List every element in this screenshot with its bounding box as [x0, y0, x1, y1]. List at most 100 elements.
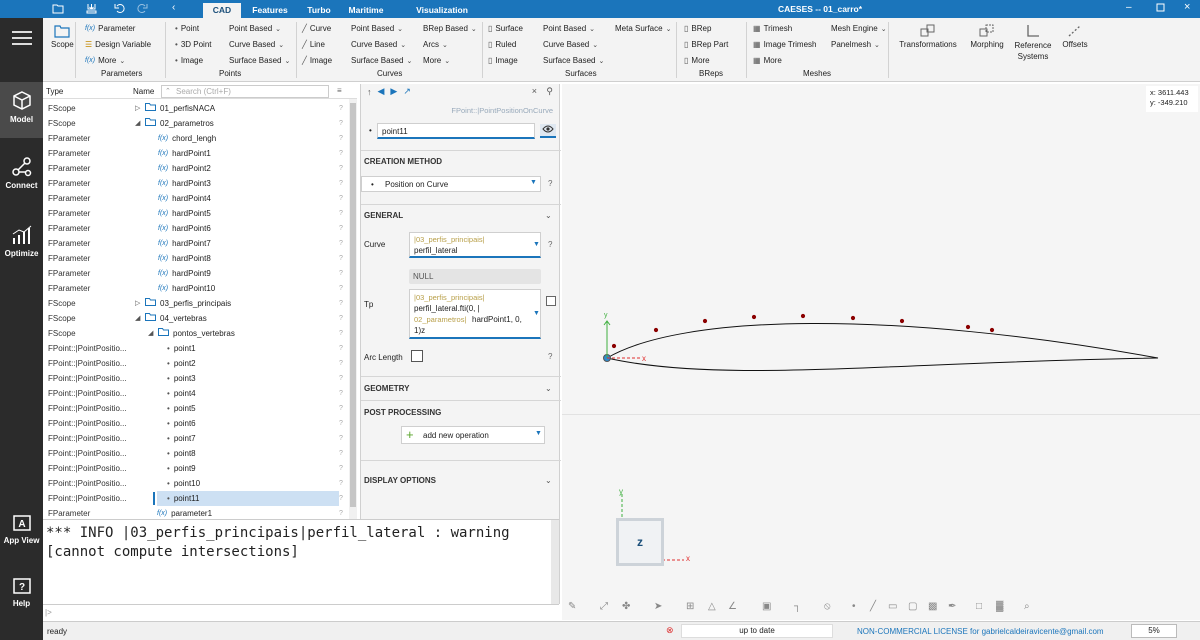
help-question-icon[interactable]: ?: [339, 326, 343, 341]
tree-row[interactable]: FParameter f(x) hardPoint5?: [43, 206, 357, 221]
nav-forward-icon[interactable]: ▶: [390, 86, 397, 97]
axes-icon[interactable]: ┐: [794, 601, 801, 612]
vertebra-point[interactable]: [965, 324, 971, 330]
tree-row[interactable]: FParameter f(x) hardPoint8?: [43, 251, 357, 266]
tree-row[interactable]: FScope ◢ 02_parametros?: [43, 116, 357, 131]
undo-icon[interactable]: [114, 3, 126, 16]
hamburger-menu-icon[interactable]: [0, 30, 43, 49]
parameters-more-button[interactable]: f(x) More ⌄: [85, 56, 125, 65]
fit-view-icon[interactable]: ⤢: [600, 601, 608, 612]
ribbon-btn-point-based[interactable]: Point Based ⌄: [229, 24, 281, 33]
vertebra-point[interactable]: [800, 313, 806, 319]
help-question-icon[interactable]: ?: [339, 416, 343, 431]
tree-row[interactable]: FPoint::|PointPositio... • point6?: [43, 416, 357, 431]
arc-length-checkbox[interactable]: [411, 350, 423, 362]
collapsed-arrow-icon[interactable]: ▷: [135, 296, 141, 311]
nav-connect[interactable]: Connect: [0, 156, 43, 190]
status-zoom[interactable]: 5%: [1131, 624, 1177, 638]
point-icon[interactable]: •: [852, 601, 856, 612]
ribbon-btn-image-trimesh[interactable]: ▦ Image Trimesh: [753, 40, 816, 49]
ribbon-btn-ruled[interactable]: ▯ Ruled: [488, 40, 516, 49]
add-operation-select[interactable]: + add new operation ▼: [401, 426, 545, 444]
display-options-title[interactable]: DISPLAY OPTIONS: [364, 476, 559, 485]
nav-back-icon[interactable]: ◀: [378, 86, 385, 97]
nav-app-view[interactable]: A App View: [0, 515, 43, 545]
tree-row[interactable]: FPoint::|PointPositio... • point8?: [43, 446, 357, 461]
surface-icon[interactable]: ▭: [888, 601, 897, 612]
tab-turbo[interactable]: Turbo: [302, 3, 336, 18]
tree-row[interactable]: FParameter f(x) hardPoint10?: [43, 281, 357, 296]
nav-help[interactable]: ? Help: [0, 578, 43, 608]
ribbon-btn-surface-based[interactable]: Surface Based ⌄: [229, 56, 290, 65]
help-question-icon[interactable]: ?: [339, 251, 343, 266]
ribbon-btn-mesh-engine[interactable]: Mesh Engine ⌄: [831, 24, 887, 33]
ribbon-btn-curve-based[interactable]: Curve Based ⌄: [543, 40, 598, 49]
nav-optimize[interactable]: Optimize: [0, 224, 43, 258]
tree-row[interactable]: FParameter f(x) chord_lengh?: [43, 131, 357, 146]
ribbon-btn-more[interactable]: ▦ More: [753, 56, 782, 65]
transformations-button[interactable]: Transformations: [897, 24, 959, 49]
tree-header-type[interactable]: Type: [46, 87, 63, 96]
ribbon-btn-brep-based[interactable]: BRep Based ⌄: [423, 24, 477, 33]
geometry-title[interactable]: GEOMETRY: [364, 384, 559, 393]
help-question-icon[interactable]: ?: [339, 131, 343, 146]
help-question-icon[interactable]: ?: [339, 236, 343, 251]
measure-icon[interactable]: △: [708, 601, 716, 612]
design-variable-button[interactable]: ☰ Design Variable: [85, 40, 151, 49]
tree-header-name[interactable]: Name: [133, 87, 154, 96]
expanded-arrow-icon[interactable]: ◢: [135, 311, 141, 326]
tree-row[interactable]: FPoint::|PointPositio... • point10?: [43, 476, 357, 491]
tree-row[interactable]: FParameter f(x) hardPoint9?: [43, 266, 357, 281]
help-question-icon[interactable]: ?: [339, 116, 343, 131]
help-question-icon[interactable]: ?: [339, 296, 343, 311]
help-question-icon[interactable]: ?: [339, 341, 343, 356]
tree-row[interactable]: FScope ▷ 03_perfis_principais?: [43, 296, 357, 311]
ribbon-btn-brep-part[interactable]: ▯ BRep Part: [684, 40, 728, 49]
expanded-arrow-icon[interactable]: ◢: [148, 326, 154, 341]
help-question-icon[interactable]: ?: [339, 446, 343, 461]
tree-row[interactable]: FParameter f(x) hardPoint3?: [43, 176, 357, 191]
vertebra-point[interactable]: [899, 318, 905, 324]
expanded-arrow-icon[interactable]: ◢: [135, 116, 141, 131]
airfoil-profile-curve[interactable]: [605, 323, 1159, 371]
3d-viewport[interactable]: x: 3611.443 y: -349.210 y x y x z ✎ ⤢ ✤ ➤ ⊞ △…: [562, 84, 1200, 620]
scope-button[interactable]: Scope: [51, 24, 74, 49]
redo-icon[interactable]: [136, 3, 148, 16]
ribbon-btn-line[interactable]: ╱ Line: [302, 40, 325, 49]
box-icon[interactable]: □: [976, 601, 982, 612]
ribbon-btn-surface-based[interactable]: Surface Based ⌄: [543, 56, 604, 65]
angle-icon[interactable]: ∠: [728, 601, 737, 612]
zoom-icon[interactable]: ⌕: [1024, 601, 1030, 612]
pencil-icon[interactable]: ✎: [568, 601, 576, 612]
vertebra-point[interactable]: [653, 327, 659, 333]
object-tree[interactable]: Type Name ⌃ Search (Ctrl+F) ≡ FScope ▷ 01_…: [43, 84, 357, 519]
mesh-view-icon[interactable]: ⊞: [686, 601, 694, 612]
vertebra-point[interactable]: [751, 314, 757, 320]
volume-icon[interactable]: ▩: [928, 601, 937, 612]
help-question-icon[interactable]: ?: [548, 352, 552, 361]
chevron-down-icon[interactable]: ⌄: [545, 384, 552, 393]
console-input[interactable]: |>: [43, 604, 559, 620]
tree-row[interactable]: FParameter f(x) hardPoint6?: [43, 221, 357, 236]
tree-row[interactable]: FPoint::|PointPositio... • point9?: [43, 461, 357, 476]
pointer-icon[interactable]: ➤: [654, 601, 662, 612]
chevron-down-icon[interactable]: ⌄: [545, 476, 552, 485]
ribbon-btn-curve-based[interactable]: Curve Based ⌄: [351, 40, 406, 49]
vertebra-point[interactable]: [702, 318, 708, 324]
tree-row[interactable]: FPoint::|PointPositio... • point3?: [43, 371, 357, 386]
ribbon-btn-point[interactable]: • Point: [175, 24, 199, 33]
ribbon-btn-image[interactable]: ╱ Image: [302, 56, 332, 65]
vertebra-points[interactable]: [611, 313, 995, 349]
ribbon-btn-curve[interactable]: ╱ Curve: [302, 24, 331, 33]
frame-icon[interactable]: ▣: [762, 601, 771, 612]
help-question-icon[interactable]: ?: [339, 221, 343, 236]
maximize-icon[interactable]: [1156, 3, 1165, 14]
visibility-eye-icon[interactable]: [540, 124, 556, 138]
tp-checkbox[interactable]: [546, 296, 556, 306]
line-icon[interactable]: ╱: [870, 601, 876, 612]
vertebra-point[interactable]: [611, 343, 617, 349]
help-question-icon[interactable]: ?: [339, 146, 343, 161]
face-icon[interactable]: ▢: [908, 601, 917, 612]
tree-row[interactable]: FPoint::|PointPositio... • point2?: [43, 356, 357, 371]
offsets-button[interactable]: Offsets: [1057, 24, 1093, 49]
